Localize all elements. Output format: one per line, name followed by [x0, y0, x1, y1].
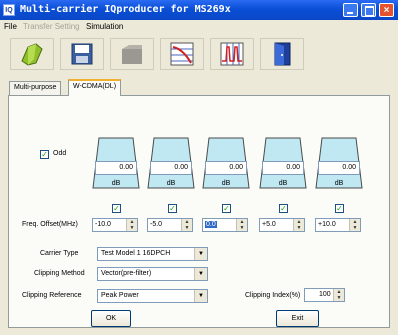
menu-transfer-setting[interactable]: Transfer Setting: [23, 22, 80, 31]
freq-offset-value-2: -5.0: [150, 221, 163, 228]
spinner-arrows[interactable]: ▲ ▼: [349, 219, 360, 231]
tab-wcdma-dl[interactable]: W-CDMA(DL): [68, 79, 122, 96]
window-title: Multi-carrier IQproducer for MS269x: [20, 4, 231, 15]
check-icon: ✓: [223, 204, 230, 213]
spinner-arrows[interactable]: ▲ ▼: [181, 219, 192, 231]
close-icon: ×: [383, 5, 390, 16]
odd-checkbox[interactable]: ✓: [40, 150, 49, 159]
clipping-reference-value: Peak Power: [101, 292, 139, 299]
spinner-arrows[interactable]: ▲ ▼: [236, 219, 247, 231]
spin-down-icon[interactable]: ▼: [350, 225, 360, 231]
spin-down-icon[interactable]: ▼: [237, 225, 247, 231]
ccdf-button[interactable]: [160, 38, 204, 70]
maximize-button[interactable]: [361, 3, 376, 17]
open-button[interactable]: [10, 38, 54, 70]
clipping-index-label: Clipping Index(%): [245, 292, 301, 299]
freq-offset-value-4: +5.0: [262, 221, 276, 228]
freq-offset-value-1: -10.0: [95, 221, 111, 228]
carrier-enable-checkbox-4[interactable]: ✓: [279, 204, 288, 213]
carrier-enable-checkbox-5[interactable]: ✓: [335, 204, 344, 213]
tab-multi-purpose[interactable]: Multi-purpose: [9, 81, 62, 96]
spin-down-icon[interactable]: ▼: [127, 225, 137, 231]
carrier-unit-2: dB: [166, 180, 176, 187]
carrier-unit-3: dB: [221, 180, 231, 187]
spinner-arrows[interactable]: ▲ ▼: [293, 219, 304, 231]
title-bar: IQ Multi-carrier IQproducer for MS269x ×: [0, 0, 398, 20]
carrier-level-input-4[interactable]: 0.00: [262, 161, 304, 175]
spin-down-icon[interactable]: ▼: [334, 295, 344, 301]
check-icon: ✓: [41, 150, 48, 159]
menu-file[interactable]: File: [4, 22, 17, 31]
carrier-unit-1: dB: [111, 180, 121, 187]
app-icon: IQ: [3, 4, 15, 16]
carrier-unit-5: dB: [334, 180, 344, 187]
carrier-level-input-5[interactable]: 0.00: [318, 161, 360, 175]
freq-offset-label: Freq. Offset(MHz): [22, 221, 78, 228]
check-icon: ✓: [169, 204, 176, 213]
minimize-button[interactable]: [343, 3, 358, 17]
clipping-reference-label: Clipping Reference: [22, 292, 82, 299]
freq-offset-spinner-4[interactable]: +5.0 ▲ ▼: [259, 218, 305, 232]
close-button[interactable]: ×: [379, 3, 394, 17]
spin-down-icon[interactable]: ▼: [294, 225, 304, 231]
carrier-level-input-3[interactable]: 0.00: [205, 161, 247, 175]
spinner-arrows[interactable]: ▲ ▼: [126, 219, 137, 231]
menu-simulation[interactable]: Simulation: [86, 22, 123, 31]
dropdown-arrow-icon[interactable]: ▼: [194, 268, 207, 280]
dropdown-arrow-icon[interactable]: ▼: [194, 290, 207, 302]
carrier-type-label: Carrier Type: [40, 250, 79, 257]
freq-offset-spinner-2[interactable]: -5.0 ▲ ▼: [147, 218, 193, 232]
carrier-type-select[interactable]: Test Model 1 16DPCH ▼: [97, 247, 208, 261]
fft-button[interactable]: [210, 38, 254, 70]
freq-offset-value-3: 0.0: [205, 221, 217, 228]
clipping-method-select[interactable]: Vector(pre-filter) ▼: [97, 267, 208, 281]
carrier-level-input-2[interactable]: 0.00: [150, 161, 192, 175]
open-icon: [21, 43, 43, 66]
carrier-level-input-1[interactable]: 0.00: [95, 161, 137, 175]
freq-offset-spinner-5[interactable]: +10.0 ▲ ▼: [315, 218, 361, 232]
spinner-arrows[interactable]: ▲ ▼: [333, 289, 344, 301]
exit-button[interactable]: Exit: [276, 310, 319, 327]
carrier-type-value: Test Model 1 16DPCH: [101, 250, 171, 257]
check-icon: ✓: [280, 204, 287, 213]
freq-offset-value-5: +10.0: [318, 221, 336, 228]
check-icon: ✓: [113, 204, 120, 213]
save-button[interactable]: [60, 38, 104, 70]
odd-label: Odd: [53, 150, 67, 157]
maximize-icon: [365, 6, 374, 16]
clipping-index-value: 100: [319, 291, 331, 298]
carrier-enable-checkbox-3[interactable]: ✓: [222, 204, 231, 213]
ccdf-icon: [170, 42, 194, 66]
clipping-method-label: Clipping Method: [34, 270, 85, 277]
freq-offset-spinner-3[interactable]: 0.0 ▲ ▼: [202, 218, 248, 232]
calculate-button[interactable]: [110, 38, 154, 70]
exit-toolbar-button[interactable]: [260, 38, 304, 70]
exit-icon: [274, 42, 291, 66]
carrier-enable-checkbox-1[interactable]: ✓: [112, 204, 121, 213]
minimize-icon: [347, 12, 353, 14]
dropdown-arrow-icon[interactable]: ▼: [194, 248, 207, 260]
carrier-unit-4: dB: [278, 180, 288, 187]
spin-down-icon[interactable]: ▼: [182, 225, 192, 231]
clipping-method-value: Vector(pre-filter): [101, 270, 152, 277]
save-icon: [71, 43, 93, 65]
fft-icon: [220, 42, 244, 66]
check-icon: ✓: [336, 204, 343, 213]
clipping-index-spinner[interactable]: 100 ▲ ▼: [304, 288, 345, 302]
calculate-icon: [122, 45, 142, 64]
freq-offset-spinner-1[interactable]: -10.0 ▲ ▼: [92, 218, 138, 232]
clipping-reference-select[interactable]: Peak Power ▼: [97, 289, 208, 303]
ok-button[interactable]: OK: [91, 310, 131, 327]
carrier-enable-checkbox-2[interactable]: ✓: [168, 204, 177, 213]
